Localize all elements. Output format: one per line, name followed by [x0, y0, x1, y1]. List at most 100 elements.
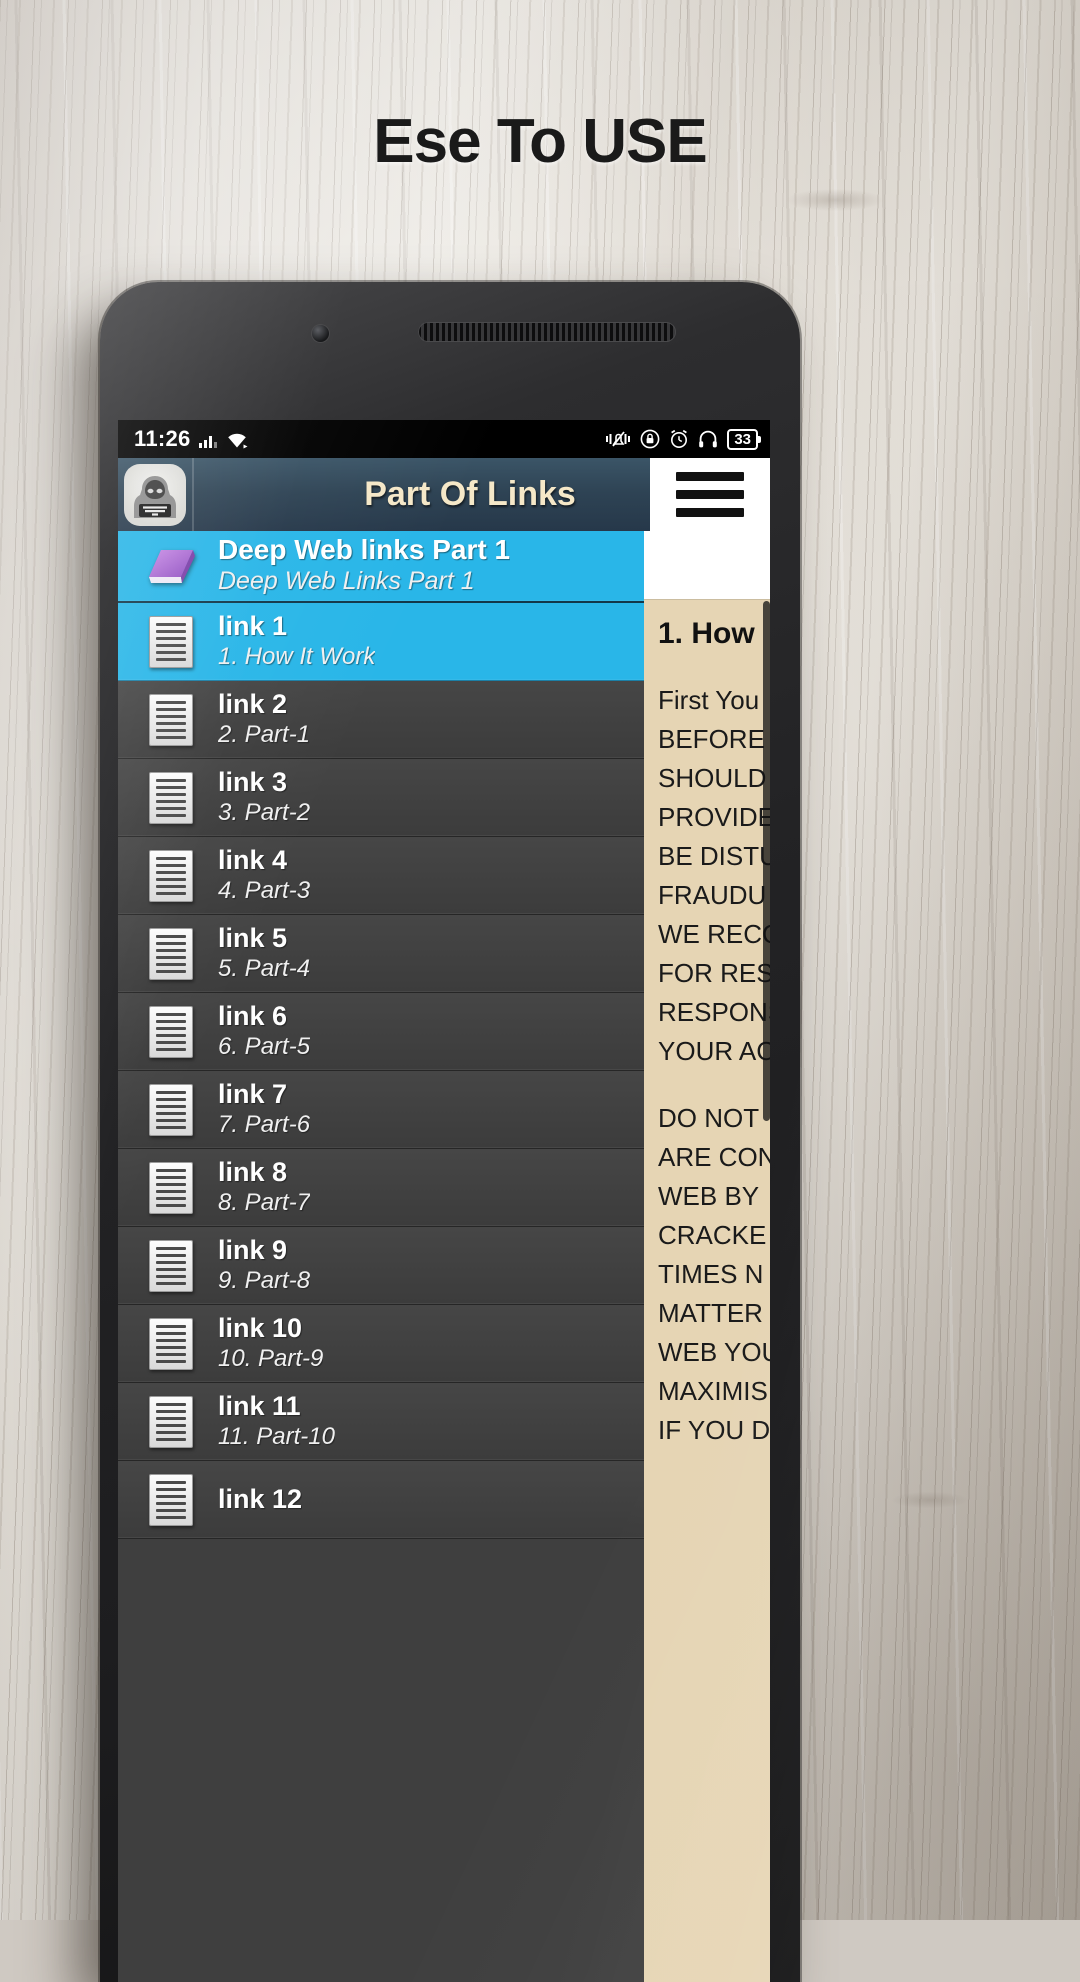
links-drawer-list[interactable]: Deep Web links Part 1 Deep Web Links Par… — [118, 531, 644, 1982]
content-line: MAXIMIS — [658, 1375, 768, 1406]
list-item-text: link 5 5. Part-4 — [218, 924, 310, 983]
list-item-text: link 6 6. Part-5 — [218, 1002, 310, 1061]
content-pane-top-strip — [644, 531, 770, 600]
list-item-text: link 8 8. Part-7 — [218, 1158, 310, 1217]
list-item-subtitle: 4. Part-3 — [218, 876, 311, 904]
list-item[interactable]: link 2 2. Part-1 — [118, 681, 644, 759]
list-item-subtitle: 11. Part-10 — [218, 1422, 335, 1450]
document-icon — [149, 1395, 193, 1448]
list-item-icon — [140, 1083, 202, 1136]
list-item[interactable]: link 5 5. Part-4 — [118, 915, 644, 993]
list-item-text: link 1 1. How It Work — [218, 612, 375, 671]
menu-bar-3 — [676, 508, 744, 517]
list-item[interactable]: link 8 8. Part-7 — [118, 1149, 644, 1227]
list-item-title: link 5 — [218, 924, 288, 954]
content-line: WEB BY — [658, 1180, 760, 1211]
list-item-icon — [140, 771, 202, 824]
list-item-title: link 11 — [218, 1392, 301, 1422]
list-item-title: link 8 — [218, 1158, 288, 1188]
phone-mockup: 11:26 33 Part Of Links Deep Web links Pa… — [100, 282, 800, 1982]
content-line: SHOULD — [658, 762, 767, 793]
list-item-subtitle: 8. Part-7 — [218, 1188, 311, 1216]
phone-screen: 11:26 33 Part Of Links Deep Web links Pa… — [118, 420, 770, 1982]
drawer-header-item[interactable]: Deep Web links Part 1 Deep Web Links Par… — [118, 531, 644, 603]
list-item-subtitle: 5. Part-4 — [218, 954, 311, 982]
content-line: First You — [658, 684, 760, 715]
document-icon — [149, 693, 193, 746]
document-icon — [149, 615, 193, 668]
document-icon — [149, 1161, 193, 1214]
list-item-text: link 11 11. Part-10 — [218, 1392, 335, 1451]
list-item-subtitle: 2. Part-1 — [218, 720, 311, 748]
earpiece-speaker — [418, 322, 676, 342]
content-line: BEFORE — [658, 723, 765, 754]
content-title: 1. How — [658, 617, 755, 650]
hamburger-menu-icon[interactable] — [650, 458, 770, 531]
content-line: TIMES N — [658, 1258, 764, 1289]
content-line: RESPONS — [658, 996, 770, 1027]
app-body: Deep Web links Part 1 Deep Web Links Par… — [118, 531, 770, 1982]
document-icon — [149, 1083, 193, 1136]
list-item[interactable]: link 7 7. Part-6 — [118, 1071, 644, 1149]
content-line: CRACKE — [658, 1219, 767, 1250]
content-line: IF YOU D — [658, 1414, 770, 1445]
menu-bar-1 — [676, 472, 744, 481]
content-line: WEB YOU — [658, 1336, 770, 1367]
content-line: YOUR AC — [658, 1035, 770, 1066]
content-line: DO NOT — [658, 1102, 760, 1133]
battery-indicator: 33 — [727, 428, 761, 450]
menu-bar-2 — [676, 490, 744, 499]
screen-lock-rotation-icon — [640, 429, 660, 449]
list-item[interactable]: link 1 1. How It Work — [118, 603, 644, 681]
list-item-title: link 2 — [218, 690, 288, 720]
content-paragraph-1: First You BEFORE SHOULD PROVIDE BE DISTU FRAU… — [658, 681, 770, 1071]
list-item-icon — [140, 1317, 202, 1370]
drawer-rows: link 1 1. How It Work link 2 2. Part-1 link … — [118, 603, 644, 1539]
list-item-subtitle: 3. Part-2 — [218, 798, 311, 826]
app-bar: Part Of Links — [118, 458, 770, 531]
list-item[interactable]: link 9 9. Part-8 — [118, 1227, 644, 1305]
document-icon — [149, 771, 193, 824]
status-bar-left: 11:26 — [134, 426, 249, 452]
list-item-subtitle: 7. Part-6 — [218, 1110, 311, 1138]
list-item[interactable]: link 10 10. Part-9 — [118, 1305, 644, 1383]
list-item[interactable]: link 11 11. Part-10 — [118, 1383, 644, 1461]
content-line: FRAUDU — [658, 879, 767, 910]
list-item-title: link 9 — [218, 1236, 288, 1266]
list-item[interactable]: link 6 6. Part-5 — [118, 993, 644, 1071]
list-item-subtitle: 6. Part-5 — [218, 1032, 311, 1060]
drawer-header-subtitle: Deep Web Links Part 1 — [218, 567, 475, 596]
list-item-text: link 10 10. Part-9 — [218, 1314, 323, 1373]
list-item-title: link 7 — [218, 1080, 288, 1110]
alarm-icon — [669, 429, 689, 449]
content-scrollbar[interactable] — [763, 601, 770, 1121]
content-line: ARE CON — [658, 1141, 770, 1172]
content-line: WE RECO — [658, 918, 770, 949]
content-line: FOR RES — [658, 957, 770, 988]
list-item-icon — [140, 849, 202, 902]
list-item[interactable]: link 12 — [118, 1461, 644, 1539]
list-item-text: link 9 9. Part-8 — [218, 1236, 310, 1295]
list-item-text: link 2 2. Part-1 — [218, 690, 310, 749]
list-item[interactable]: link 3 3. Part-2 — [118, 759, 644, 837]
document-icon — [149, 1473, 193, 1526]
list-item-text: link 3 3. Part-2 — [218, 768, 310, 827]
article-content-pane[interactable]: 1. How First You BEFORE SHOULD PROVIDE BE DI… — [644, 531, 770, 1982]
content-line: BE DISTU — [658, 840, 770, 871]
list-item-icon — [140, 1005, 202, 1058]
list-item-icon — [140, 1395, 202, 1448]
wifi-icon — [225, 430, 249, 449]
list-item-title: link 4 — [218, 846, 288, 876]
list-item-title: link 1 — [218, 612, 288, 642]
list-item-icon — [140, 1473, 202, 1526]
list-item-icon — [140, 927, 202, 980]
list-item-title: link 6 — [218, 1002, 288, 1032]
list-item-title: link 12 — [218, 1485, 303, 1514]
signal-icon — [198, 430, 218, 449]
list-item[interactable]: link 4 4. Part-3 — [118, 837, 644, 915]
front-camera — [312, 325, 329, 342]
book-icon — [140, 544, 202, 588]
list-item-text: link 4 4. Part-3 — [218, 846, 310, 905]
list-item-subtitle: 9. Part-8 — [218, 1266, 311, 1294]
list-item-subtitle: 10. Part-9 — [218, 1344, 324, 1372]
